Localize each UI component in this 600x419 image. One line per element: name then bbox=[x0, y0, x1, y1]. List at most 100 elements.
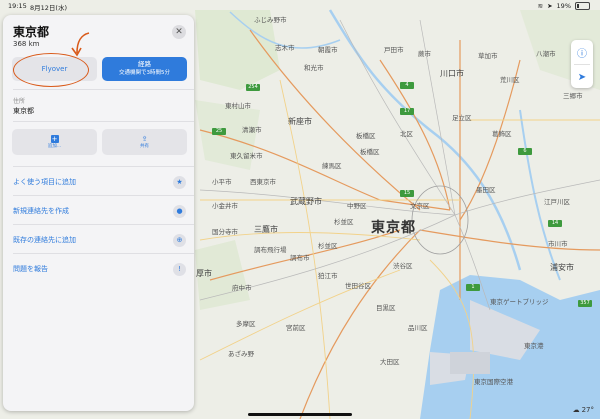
report-issue-row[interactable]: 問題を報告 ! bbox=[13, 258, 186, 280]
existing-contact-row[interactable]: 既存の連絡先に追加 ⊕ bbox=[13, 229, 186, 251]
existing-contact-label: 既存の連絡先に追加 bbox=[13, 236, 76, 244]
info-icon[interactable]: ⓘ bbox=[571, 40, 593, 64]
map-label: 中野区 bbox=[347, 202, 367, 210]
map-controls: ⓘ ➤ bbox=[571, 40, 593, 88]
map-label: 三郷市 bbox=[563, 92, 583, 100]
new-contact-row[interactable]: 新規連絡先を作成 ● bbox=[13, 200, 186, 222]
map-label: 世田谷区 bbox=[345, 282, 371, 290]
map-label: 大田区 bbox=[380, 358, 400, 366]
address-label: 住所 bbox=[13, 98, 26, 105]
map-label: 川口市 bbox=[440, 69, 464, 78]
map-label: あざみ野 bbox=[228, 350, 254, 358]
route-label: 経路 bbox=[138, 60, 151, 68]
map-label: 戸田市 bbox=[384, 46, 404, 54]
location-status-icon: ➤ bbox=[547, 2, 553, 10]
map-label: 目黒区 bbox=[376, 304, 396, 312]
share-icon: ⇪ bbox=[141, 135, 148, 143]
divider bbox=[13, 121, 194, 122]
add-to-label: 追加... bbox=[47, 144, 62, 149]
divider bbox=[13, 224, 194, 225]
map-label: 三鷹市 bbox=[254, 225, 278, 234]
map-label: 調布市 bbox=[290, 254, 310, 262]
route-shield: 25 bbox=[212, 128, 226, 135]
weather-temp: 27° bbox=[581, 406, 594, 414]
divider bbox=[13, 253, 194, 254]
map-label-tokyo[interactable]: 東京都 bbox=[371, 217, 416, 237]
map-label: 厚市 bbox=[196, 269, 212, 278]
map-label: 東京港 bbox=[524, 342, 544, 350]
map-label: 志木市 bbox=[275, 44, 295, 52]
status-time: 19:15 bbox=[8, 2, 27, 10]
map-label: 杉並区 bbox=[334, 218, 354, 226]
map-label: 足立区 bbox=[452, 114, 472, 122]
location-arrow-icon[interactable]: ➤ bbox=[571, 65, 593, 89]
person-icon: ● bbox=[173, 204, 186, 218]
route-shield: 15 bbox=[400, 190, 414, 197]
divider bbox=[13, 89, 194, 90]
wifi-icon: ≋ bbox=[537, 2, 544, 10]
battery-percent: 19% bbox=[556, 2, 571, 10]
map-label: 板橋区 bbox=[360, 148, 380, 156]
annotation-circle bbox=[13, 53, 89, 87]
battery-fill bbox=[577, 4, 580, 8]
favorites-label: よく使う項目に追加 bbox=[13, 178, 76, 186]
address-value: 東京都 bbox=[13, 107, 34, 115]
map-label: 江戸川区 bbox=[544, 198, 570, 206]
map-label: 東京ゲートブリッジ bbox=[490, 298, 549, 306]
map-label: 多摩区 bbox=[236, 320, 256, 328]
map-label: 東久留米市 bbox=[230, 152, 263, 160]
map-label: ふじみ野市 bbox=[254, 16, 287, 24]
place-title: 東京都 bbox=[13, 25, 50, 39]
place-card: 東京都 368 km ✕ Flyover 経路 交通機関で3時間5分 住所 東京… bbox=[3, 15, 194, 411]
map-label: 練馬区 bbox=[322, 162, 342, 170]
share-button[interactable]: ⇪ 共有 bbox=[102, 129, 187, 155]
weather-badge: ☁ 27° bbox=[573, 406, 594, 414]
map-label: 板橋区 bbox=[356, 132, 376, 140]
route-shield: 6 bbox=[518, 148, 532, 155]
map-label: 東村山市 bbox=[225, 102, 251, 110]
share-label: 共有 bbox=[140, 144, 149, 149]
route-button[interactable]: 経路 交通機関で3時間5分 bbox=[102, 57, 187, 81]
route-shield: 17 bbox=[400, 108, 414, 115]
home-indicator[interactable] bbox=[248, 413, 352, 416]
map-label: 品川区 bbox=[408, 324, 428, 332]
map-label: 市川市 bbox=[548, 240, 568, 248]
map-label: 清瀬市 bbox=[242, 126, 262, 134]
map-label: 調布飛行場 bbox=[254, 246, 287, 254]
status-right: ≋ ➤ 19% bbox=[538, 2, 590, 10]
place-distance: 368 km bbox=[13, 40, 40, 48]
new-contact-label: 新規連絡先を作成 bbox=[13, 207, 69, 215]
map-label: 葛飾区 bbox=[492, 130, 512, 138]
map-label: 草加市 bbox=[478, 52, 498, 60]
report-issue-label: 問題を報告 bbox=[13, 265, 48, 273]
map-label: 北区 bbox=[400, 130, 413, 138]
map-label: 朝霞市 bbox=[318, 46, 338, 54]
route-shield: 14 bbox=[548, 220, 562, 227]
favorites-row[interactable]: よく使う項目に追加 ★ bbox=[13, 171, 186, 193]
map-label: 東京国際空港 bbox=[474, 378, 513, 386]
route-shield: 357 bbox=[578, 300, 592, 307]
route-shield: 1 bbox=[466, 284, 480, 291]
map-label: 小金井市 bbox=[212, 202, 238, 210]
close-icon[interactable]: ✕ bbox=[172, 25, 186, 39]
map-label: 文京区 bbox=[410, 202, 430, 210]
map-label: 杉並区 bbox=[318, 242, 338, 250]
divider bbox=[13, 166, 194, 167]
map-label: 渋谷区 bbox=[393, 262, 413, 270]
map-label: 府中市 bbox=[232, 284, 252, 292]
route-shield: 4 bbox=[400, 82, 414, 89]
person-add-icon: ⊕ bbox=[173, 233, 186, 247]
map-label: 荒川区 bbox=[500, 76, 520, 84]
map-label: 西東京市 bbox=[250, 178, 276, 186]
route-duration: 交通機関で3時間5分 bbox=[119, 70, 170, 76]
map-label: 国分寺市 bbox=[212, 228, 238, 236]
map-label: 墨田区 bbox=[476, 186, 496, 194]
map-label: 狛江市 bbox=[318, 272, 338, 280]
report-icon: ! bbox=[173, 262, 186, 276]
route-shield: 254 bbox=[246, 84, 260, 91]
add-to-button[interactable]: + 追加... bbox=[12, 129, 97, 155]
status-date: 8月12日(水) bbox=[30, 4, 67, 12]
map-label: 和光市 bbox=[304, 64, 324, 72]
divider bbox=[13, 195, 194, 196]
cloud-icon: ☁ bbox=[572, 406, 580, 414]
